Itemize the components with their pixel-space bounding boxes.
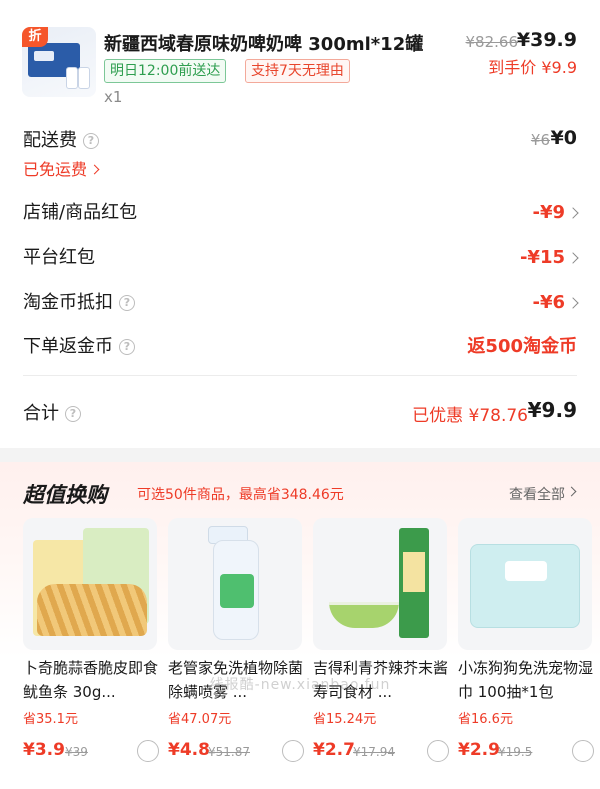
deal-original-price: ¥39 xyxy=(65,745,88,759)
help-icon[interactable]: ? xyxy=(119,339,135,355)
select-radio[interactable] xyxy=(137,740,159,762)
product-can-image xyxy=(78,67,90,89)
free-shipping-link[interactable]: 已免运费 xyxy=(23,156,100,180)
deal-card[interactable]: 小冻狗狗免洗宠物湿巾 100抽*1包 省16.6元 ¥2.9 ¥19.5 xyxy=(458,518,594,788)
product-hand-price: 到手价 ¥9.9 xyxy=(488,58,577,77)
deal-price: ¥2.7 xyxy=(313,740,355,760)
product-can-image xyxy=(66,67,78,89)
section-gap xyxy=(0,448,600,462)
view-all-link[interactable]: 查看全部 xyxy=(509,484,565,504)
deal-original-price: ¥51.87 xyxy=(208,745,250,759)
value-exchange-section: 超值换购 可选50件商品，最高省348.46元 查看全部 卜奇脆蒜香脆皮即食鱿鱼… xyxy=(0,462,600,789)
coin-deduction-row[interactable]: 淘金币抵扣? -¥6 xyxy=(0,290,600,330)
help-icon[interactable]: ? xyxy=(119,295,135,311)
coin-deduction-value: -¥6 xyxy=(532,292,565,313)
product-quantity: x1 xyxy=(104,88,123,106)
chevron-right-icon xyxy=(567,207,579,219)
shipping-fee-value: ¥0 xyxy=(550,127,577,149)
help-icon[interactable]: ? xyxy=(65,406,81,422)
deal-price: ¥2.9 xyxy=(458,740,500,760)
product-original-price: ¥82.66 xyxy=(465,33,519,51)
store-coupon-label: 店铺/商品红包 xyxy=(23,202,138,223)
shipping-fee-label: 配送费 xyxy=(23,130,77,151)
platform-coupon-value: -¥15 xyxy=(519,247,565,268)
deal-save: 省47.07元 xyxy=(168,712,232,727)
total-label: 合计? xyxy=(23,399,81,425)
deal-card[interactable]: 卜奇脆蒜香脆皮即食鱿鱼条 30g... 省35.1元 ¥3.9 ¥39 xyxy=(23,518,159,788)
platform-coupon-row[interactable]: 平台红包 -¥15 xyxy=(0,245,600,285)
order-product[interactable]: 折 新疆西域春原味奶啤奶啤 300ml*12罐 明日12:00前送达 支持7天无… xyxy=(0,0,600,115)
divider xyxy=(23,375,577,376)
coin-rebate-value: 返500淘金币 xyxy=(467,336,577,357)
coin-rebate-row: 下单返金币? 返500淘金币 xyxy=(0,334,600,374)
store-coupon-row[interactable]: 店铺/商品红包 -¥9 xyxy=(0,200,600,240)
platform-coupon-label: 平台红包 xyxy=(23,247,95,268)
store-coupon-value: -¥9 xyxy=(532,202,565,223)
help-icon[interactable]: ? xyxy=(83,133,99,149)
deal-original-price: ¥19.5 xyxy=(498,745,533,759)
chevron-right-icon xyxy=(567,297,579,309)
section-title: 超值换购 xyxy=(23,483,107,507)
total-value: ¥9.9 xyxy=(527,398,577,422)
coin-deduction-label: 淘金币抵扣 xyxy=(23,292,113,313)
chevron-right-icon xyxy=(566,486,577,497)
select-radio[interactable] xyxy=(282,740,304,762)
discount-badge: 折 xyxy=(22,27,48,47)
deal-original-price: ¥17.94 xyxy=(353,745,395,759)
return-policy-tag: 支持7天无理由 xyxy=(245,59,350,83)
deal-name[interactable]: 吉得利青芥辣芥末酱寿司食材 ... xyxy=(313,656,453,704)
deal-name[interactable]: 老管家免洗植物除菌除螨喷雾 ... xyxy=(168,656,308,704)
deal-price: ¥4.8 xyxy=(168,740,210,760)
product-price: ¥39.9 xyxy=(516,29,577,51)
delivery-tag: 明日12:00前送达 xyxy=(104,59,227,83)
shipping-original-fee: ¥6 xyxy=(530,131,550,149)
deal-image-wasabi[interactable] xyxy=(313,518,447,650)
total-saved-amount: 已优惠 ¥78.76 xyxy=(412,406,528,426)
select-radio[interactable] xyxy=(427,740,449,762)
section-subtitle: 可选50件商品，最高省348.46元 xyxy=(137,487,344,503)
deal-card[interactable]: 吉得利青芥辣芥末酱寿司食材 ... 省15.24元 ¥2.7 ¥17.94 xyxy=(313,518,449,788)
deal-save: 省16.6元 xyxy=(458,712,513,727)
product-title[interactable]: 新疆西域春原味奶啤奶啤 300ml*12罐 xyxy=(104,30,423,56)
chevron-right-icon xyxy=(89,164,100,175)
deal-image-wipes[interactable] xyxy=(458,518,592,650)
deal-save: 省15.24元 xyxy=(313,712,377,727)
deal-image-spray[interactable] xyxy=(168,518,302,650)
deal-name[interactable]: 小冻狗狗免洗宠物湿巾 100抽*1包 xyxy=(458,656,598,704)
chevron-right-icon xyxy=(567,252,579,264)
deal-image-snack[interactable] xyxy=(23,518,157,650)
deal-save: 省35.1元 xyxy=(23,712,78,727)
select-radio[interactable] xyxy=(572,740,594,762)
deal-price: ¥3.9 xyxy=(23,740,65,760)
deal-card[interactable]: 老管家免洗植物除菌除螨喷雾 ... 省47.07元 ¥4.8 ¥51.87 xyxy=(168,518,304,788)
coin-rebate-label: 下单返金币 xyxy=(23,336,113,357)
deal-name[interactable]: 卜奇脆蒜香脆皮即食鱿鱼条 30g... xyxy=(23,656,163,704)
